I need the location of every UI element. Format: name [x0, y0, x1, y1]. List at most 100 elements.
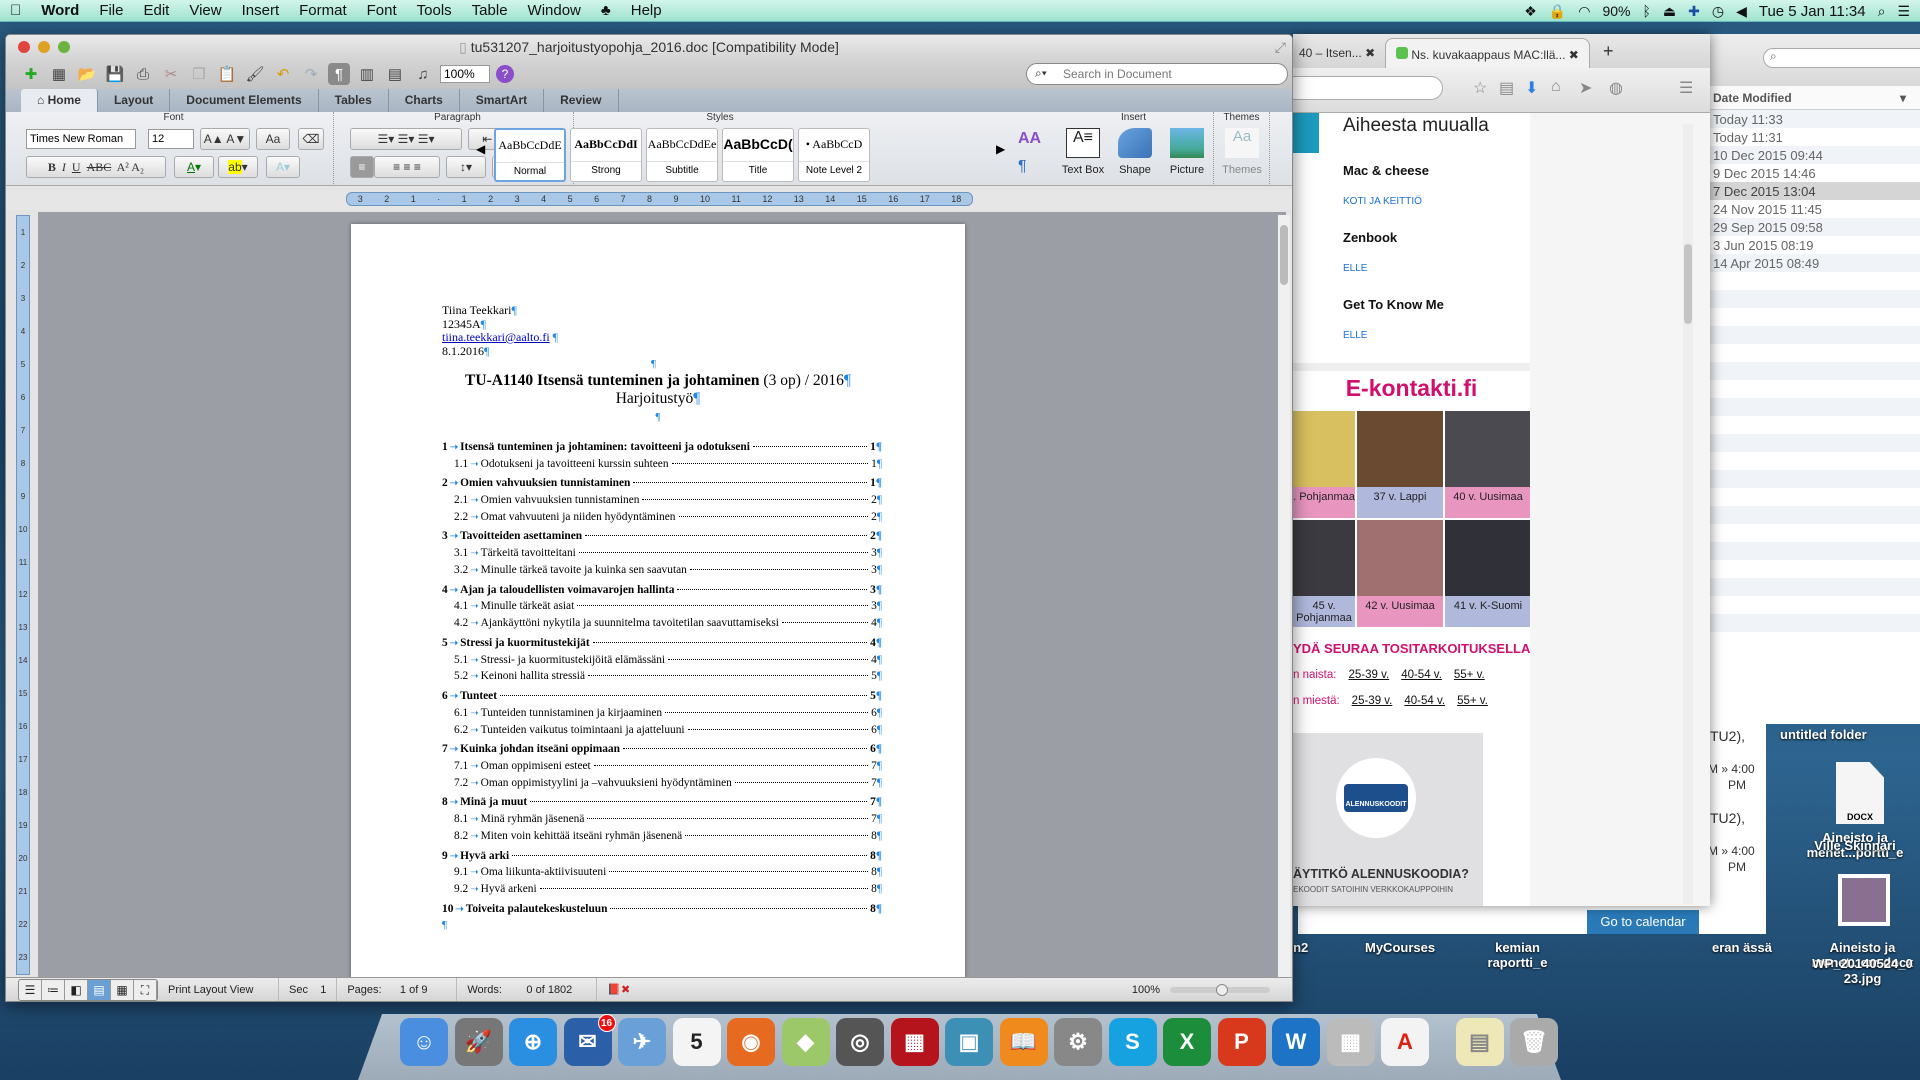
- clock[interactable]: Tue 5 Jan 11:34: [1759, 3, 1866, 20]
- file-row-date[interactable]: 10 Dec 2015 09:44: [1709, 146, 1920, 164]
- print-icon[interactable]: ⎙: [132, 63, 154, 85]
- toc-entry[interactable]: 4.2 ➝ Ajankäyttöni nykytila ja suunnitelma…: [442, 617, 882, 634]
- file-row-date[interactable]: 9 Dec 2015 14:46: [1709, 164, 1920, 182]
- apple-icon[interactable]: : [0, 2, 31, 19]
- dock-acrobat-icon[interactable]: A: [1381, 1018, 1429, 1066]
- insert-text-box-button[interactable]: A≡ Text Box: [1058, 128, 1108, 176]
- menu-tools[interactable]: Tools: [407, 2, 462, 19]
- dock-calculator-icon[interactable]: ▦: [1326, 1018, 1375, 1066]
- dock-safari-icon[interactable]: ⊕: [509, 1018, 557, 1066]
- insert-shape-button[interactable]: Shape: [1110, 128, 1160, 176]
- dock-launchpad-icon[interactable]: 🚀: [454, 1018, 503, 1066]
- menu-help[interactable]: Help: [621, 2, 672, 19]
- profile-card[interactable]: 42 v. Uusimaa: [1357, 520, 1443, 627]
- related-link[interactable]: Mac & cheese: [1343, 163, 1429, 178]
- outline-view-icon[interactable]: ≔: [42, 979, 65, 1000]
- menu-insert[interactable]: Insert: [232, 2, 290, 19]
- coupon-ad[interactable]: ALENNUSKOODIT ÄYTITKÖ ALENNUSKOODIA? EKO…: [1293, 733, 1483, 906]
- tab-smartart[interactable]: SmartArt: [460, 89, 545, 112]
- copy-icon[interactable]: ❐: [188, 63, 210, 85]
- battery-status[interactable]: 90%: [1602, 3, 1630, 19]
- new-tab-button[interactable]: +: [1593, 38, 1624, 68]
- styles-pane-icon[interactable]: ¶: [1018, 158, 1027, 176]
- reading-list-icon[interactable]: ▤: [1499, 78, 1514, 98]
- file-row-date[interactable]: 3 Jun 2015 08:19: [1709, 236, 1920, 254]
- toc-entry[interactable]: 1.1 ➝ Odotukseni ja tavoitteeni kurssin su…: [442, 458, 882, 475]
- font-color-button[interactable]: A▾: [174, 156, 214, 178]
- gallery-icon[interactable]: ▤: [384, 63, 406, 85]
- menu-icon[interactable]: ☰: [1679, 78, 1693, 98]
- draft-view-icon[interactable]: ☰: [19, 979, 42, 1000]
- column-header-date-modified[interactable]: Date Modified ▾: [1709, 86, 1920, 110]
- toc-entry[interactable]: 2.2 ➝ Omat vahvuuteni ja niiden hyödyntämi…: [442, 511, 882, 528]
- style-normal[interactable]: AaBbCcDdE Normal: [494, 128, 566, 182]
- menu-format[interactable]: Format: [289, 2, 357, 19]
- format-painter-icon[interactable]: 🖌: [244, 63, 266, 85]
- text-effects-gallery-icon[interactable]: AA: [1018, 130, 1041, 148]
- publishing-view-icon[interactable]: ◧: [65, 979, 88, 1000]
- menu-edit[interactable]: Edit: [133, 2, 179, 19]
- eject-icon[interactable]: ⏏: [1663, 3, 1676, 20]
- dock-word-icon[interactable]: W: [1272, 1018, 1320, 1066]
- toc-entry[interactable]: 5 ➝ Stressi ja kuormitustekijät 4 ¶: [442, 637, 882, 654]
- dock-system-preferences-icon[interactable]: ⚙: [1054, 1018, 1102, 1066]
- toc-entry[interactable]: 7.2 ➝ Oman oppimistyylini ja –vahvuuksieni…: [442, 777, 882, 794]
- dock-ibooks-icon[interactable]: 📖: [999, 1018, 1048, 1066]
- browser-scrollbar[interactable]: [1683, 124, 1693, 904]
- dock-documents-stack-icon[interactable]: ▤: [1455, 1018, 1504, 1066]
- profile-card[interactable]: 45 v. Pohjanmaa: [1293, 520, 1355, 627]
- close-tab-icon[interactable]: ✖: [1365, 46, 1375, 60]
- fullscreen-icon[interactable]: ⤢: [1275, 35, 1286, 59]
- open-icon[interactable]: 📂: [76, 63, 98, 85]
- dock-photo-booth-icon[interactable]: ▦: [890, 1018, 939, 1066]
- style-note-level-2[interactable]: • AaBbCcD Note Level 2: [798, 128, 870, 182]
- menu-word[interactable]: Word: [31, 2, 89, 19]
- lock-icon[interactable]: 🔒: [1549, 3, 1566, 20]
- toc-entry[interactable]: 6.1 ➝ Tunteiden tunnistaminen ja kirjaamin…: [442, 707, 882, 724]
- minimize-button[interactable]: [38, 41, 50, 53]
- age-link[interactable]: 40-54 v.: [1401, 669, 1442, 681]
- profile-card[interactable]: 40 v. Uusimaa: [1445, 411, 1530, 518]
- file-row-date[interactable]: 29 Sep 2015 09:58: [1709, 218, 1920, 236]
- related-category[interactable]: ELLE: [1343, 263, 1367, 274]
- home-icon[interactable]: ⌂: [1551, 78, 1561, 96]
- toc-entry[interactable]: 6.2 ➝ Tunteiden vaikutus toimintaani ja aj…: [442, 724, 882, 741]
- toc-entry[interactable]: 1 ➝ Itsensä tunteminen ja johtaminen: tavo…: [442, 441, 882, 458]
- flag-icon[interactable]: ✚: [1688, 3, 1700, 20]
- ekontakti-ad[interactable]: E-kontakti.fi . Pohjanmaa 37 v. Lappi 40 v…: [1293, 363, 1530, 707]
- jpg-thumbnail[interactable]: [1838, 874, 1890, 926]
- clear-formatting-button[interactable]: ⌫: [298, 128, 324, 150]
- go-to-calendar-button[interactable]: Go to calendar: [1587, 910, 1699, 934]
- vertical-scrollbar[interactable]: [1278, 215, 1290, 1001]
- file-row-date[interactable]: 14 Apr 2015 08:49: [1709, 254, 1920, 272]
- list-buttons[interactable]: ☰▾ ☰▾ ☰▾: [350, 128, 462, 150]
- toc-entry[interactable]: 8.2 ➝ Miten voin kehittää itseäni ryhmän j…: [442, 830, 882, 847]
- desktop-icon-kemian[interactable]: kemian raportti_e: [1480, 940, 1555, 970]
- bookmark-star-icon[interactable]: ☆: [1473, 78, 1487, 98]
- dock-iphoto-icon[interactable]: ▣: [945, 1018, 993, 1066]
- dock-facetime-icon[interactable]: ◎: [836, 1018, 884, 1066]
- menu-font[interactable]: Font: [357, 2, 407, 19]
- undo-icon[interactable]: ↶: [272, 63, 294, 85]
- toc-entry[interactable]: 4 ➝ Ajan ja taloudellisten voimavarojen ha…: [442, 584, 882, 601]
- new-document-icon[interactable]: ✚: [20, 63, 42, 85]
- volume-icon[interactable]: ◀: [1736, 3, 1747, 20]
- dock-mail-icon[interactable]: ✈: [618, 1018, 666, 1066]
- toc-entry[interactable]: 3.2 ➝ Minulle tärkeä tavoite ja kuinka sen…: [442, 564, 882, 581]
- dock-firefox-icon[interactable]: ◉: [727, 1018, 775, 1066]
- save-icon[interactable]: 💾: [104, 63, 126, 85]
- desktop-icon-mycourses[interactable]: MyCourses: [1365, 940, 1435, 955]
- age-link[interactable]: 55+ v.: [1457, 695, 1488, 707]
- toc-entry[interactable]: 2.1 ➝ Omien vahvuuksien tunnistaminen 2 ¶: [442, 494, 882, 511]
- styles-prev-icon[interactable]: ◀: [476, 142, 485, 156]
- dock-trash-icon[interactable]: 🗑: [1510, 1018, 1558, 1066]
- style-subtitle[interactable]: AaBbCcDdEe Subtitle: [646, 128, 718, 182]
- toc-entry[interactable]: 9 ➝ Hyvä arki 8 ¶: [442, 850, 882, 867]
- email-link[interactable]: tiina.teekkari@aalto.fi: [442, 330, 550, 344]
- line-spacing-button[interactable]: ↕▾: [446, 156, 486, 178]
- browser-tab[interactable]: 40 – Itsen... ✖: [1289, 38, 1385, 68]
- profile-card[interactable]: 37 v. Lappi: [1357, 411, 1443, 518]
- cut-icon[interactable]: ✂: [160, 63, 182, 85]
- paste-icon[interactable]: 📋: [216, 63, 238, 85]
- vertical-ruler[interactable]: 1 2 3 4 5 6 7 8 9 10 11 12 13 14 15 16 17 18 19 20 21 22 23: [16, 215, 30, 975]
